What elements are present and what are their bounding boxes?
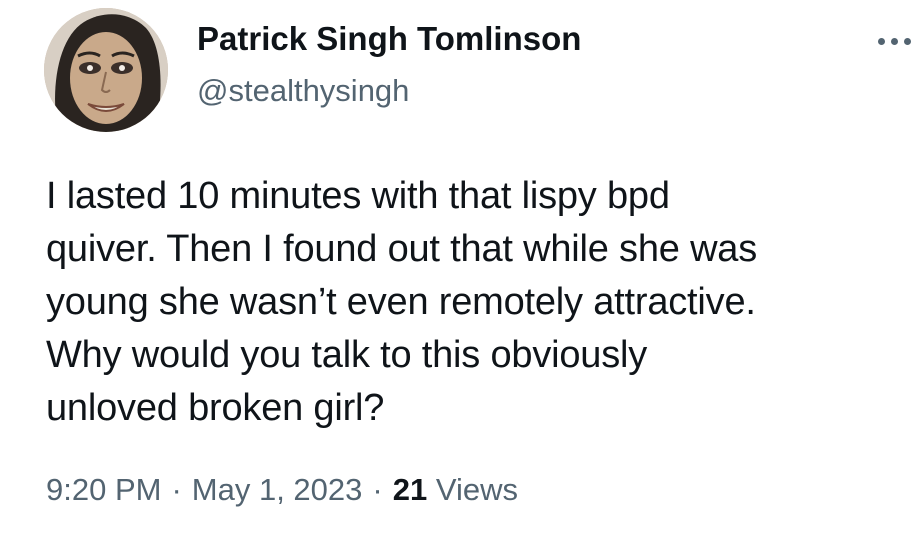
views-label[interactable]: Views [436, 472, 518, 507]
tweet: Patrick Singh Tomlinson @stealthysingh I… [0, 0, 919, 541]
more-options-button[interactable] [872, 26, 916, 54]
tweet-text: I lasted 10 minutes with that lispy bpd … [46, 175, 758, 429]
avatar-image [44, 8, 168, 132]
tweet-metadata: 9:20 PM · May 1, 2023 · 21 Views [46, 468, 518, 512]
metadata-separator: · [372, 472, 383, 507]
author-info: Patrick Singh Tomlinson @stealthysingh [197, 16, 581, 114]
user-handle[interactable]: @stealthysingh [197, 68, 581, 114]
tweet-date[interactable]: May 1, 2023 [192, 472, 363, 507]
avatar[interactable] [44, 8, 168, 132]
display-name[interactable]: Patrick Singh Tomlinson [197, 16, 581, 62]
metadata-separator: · [171, 472, 182, 507]
tweet-time[interactable]: 9:20 PM [46, 472, 161, 507]
views-count[interactable]: 21 [393, 472, 427, 507]
